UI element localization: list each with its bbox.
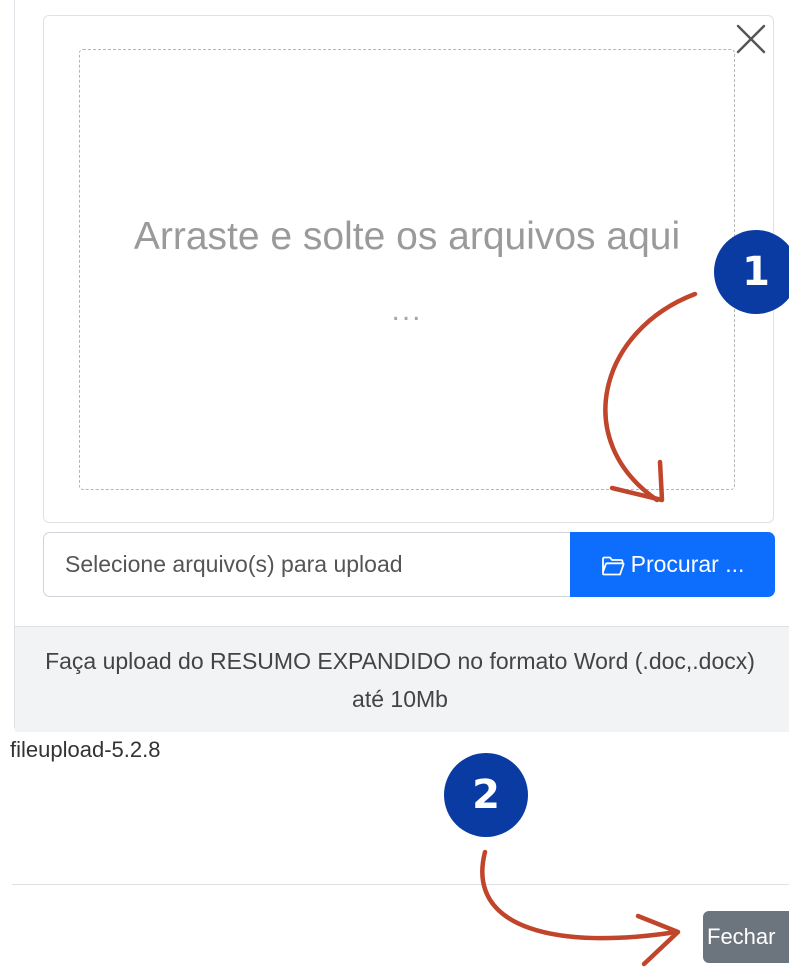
step-1-badge: 1	[714, 230, 789, 314]
arrow-1	[603, 291, 698, 503]
file-upload-modal: Arraste e solte os arquivos aqui ... Sel…	[0, 0, 789, 979]
step-2-badge: 2	[444, 753, 528, 837]
arrow-2-head	[635, 913, 681, 967]
arrow-2	[480, 849, 679, 941]
annotation-arrows	[480, 291, 698, 967]
